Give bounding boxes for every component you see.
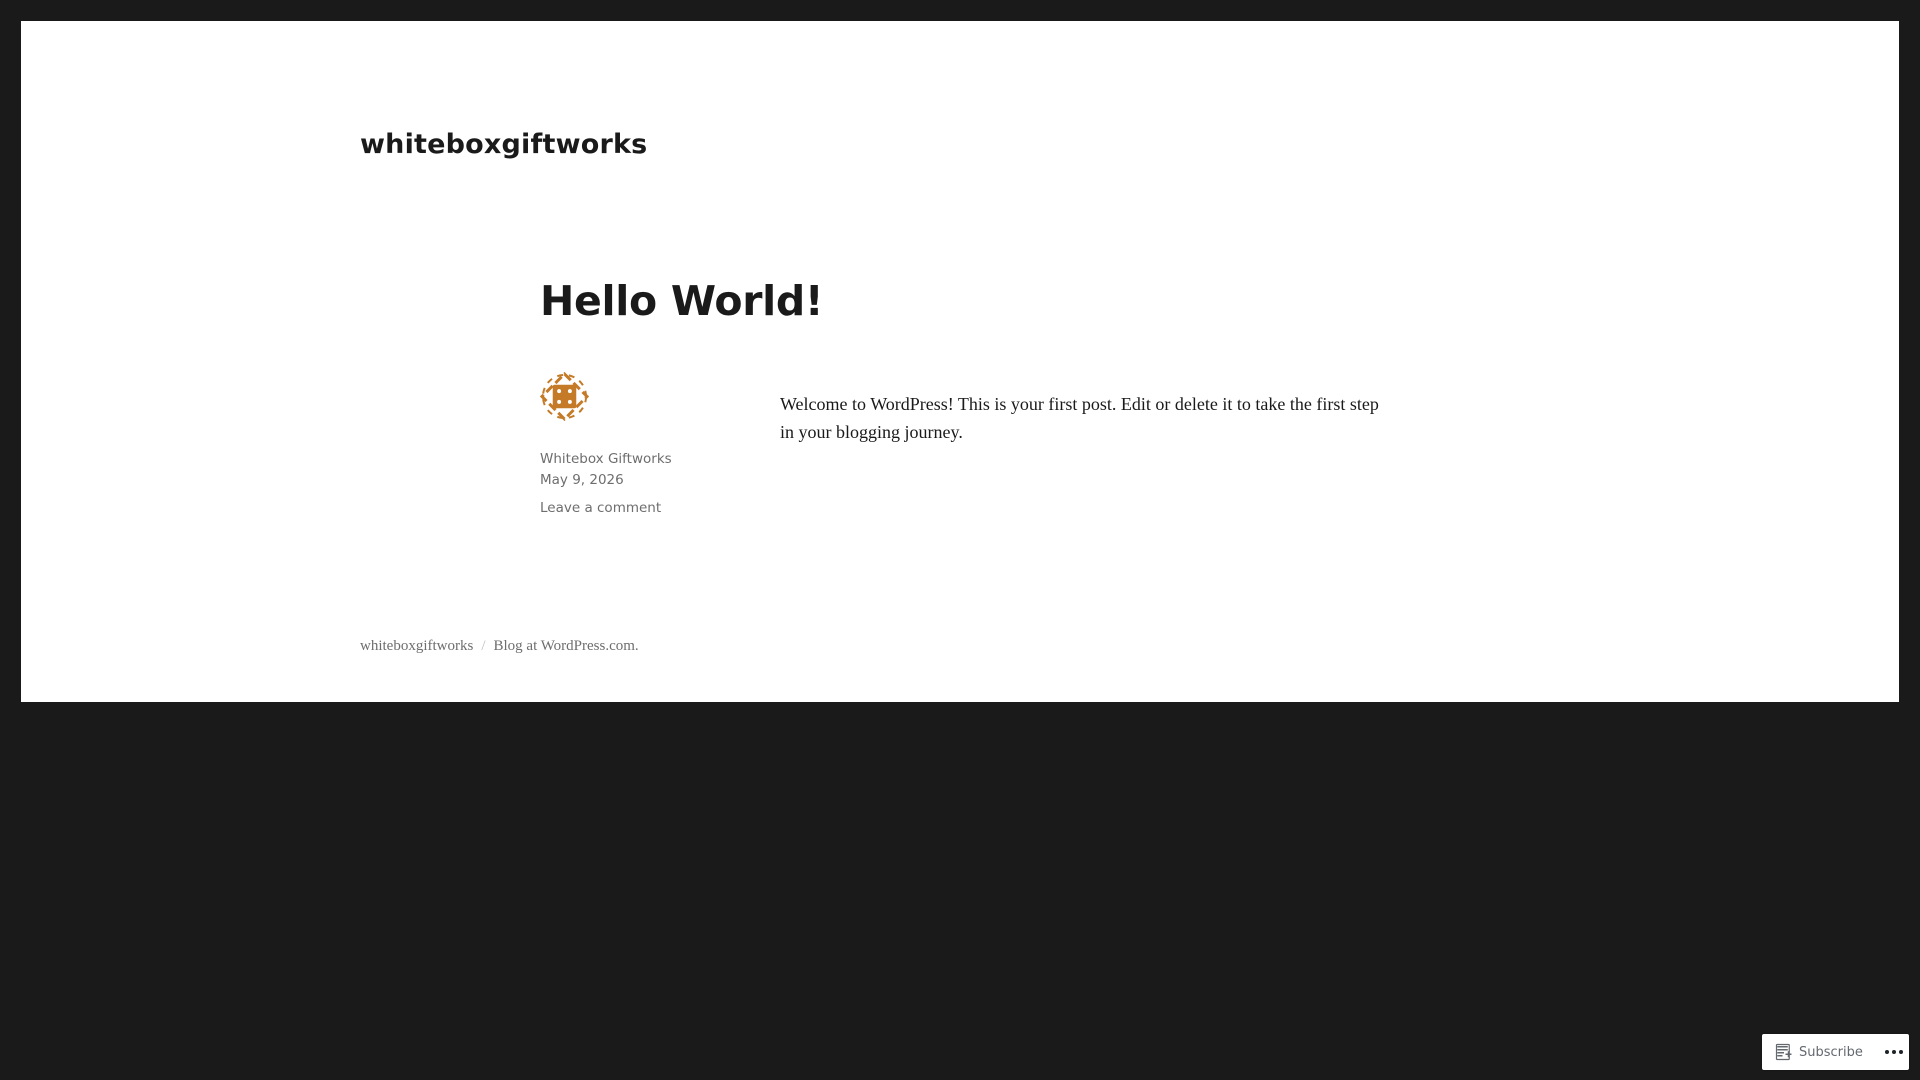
leave-comment-link[interactable]: Leave a comment bbox=[540, 500, 661, 516]
post-date-link[interactable]: May 9, 2026 bbox=[540, 472, 624, 488]
subscribe-label: Subscribe bbox=[1799, 1044, 1863, 1060]
reader-icon bbox=[1775, 1043, 1792, 1061]
post-content-paragraph: Welcome to WordPress! This is your first… bbox=[780, 394, 1379, 442]
footer-site-link[interactable]: whiteboxgiftworks bbox=[360, 638, 473, 654]
subscribe-button[interactable]: Subscribe bbox=[1775, 1043, 1863, 1061]
site-container: whiteboxgiftworks Hello World! Whitebox … bbox=[21, 21, 1899, 702]
footer-credit-link[interactable]: Blog at WordPress.com. bbox=[494, 638, 639, 654]
post-title: Hello World! bbox=[540, 277, 824, 325]
post-author-link[interactable]: Whitebox Giftworks bbox=[540, 451, 672, 467]
post-content: Welcome to WordPress! This is your first… bbox=[780, 390, 1380, 446]
footer-separator: / bbox=[481, 638, 486, 654]
site-title[interactable]: whiteboxgiftworks bbox=[360, 129, 647, 160]
subscribe-bar: Subscribe bbox=[1762, 1034, 1909, 1070]
avatar[interactable] bbox=[540, 372, 589, 421]
site-footer: whiteboxgiftworks / Blog at WordPress.com. bbox=[360, 638, 639, 655]
post-meta: Whitebox Giftworks May 9, 2026 Leave a c… bbox=[540, 372, 740, 516]
ellipsis-icon[interactable] bbox=[1884, 1050, 1903, 1054]
